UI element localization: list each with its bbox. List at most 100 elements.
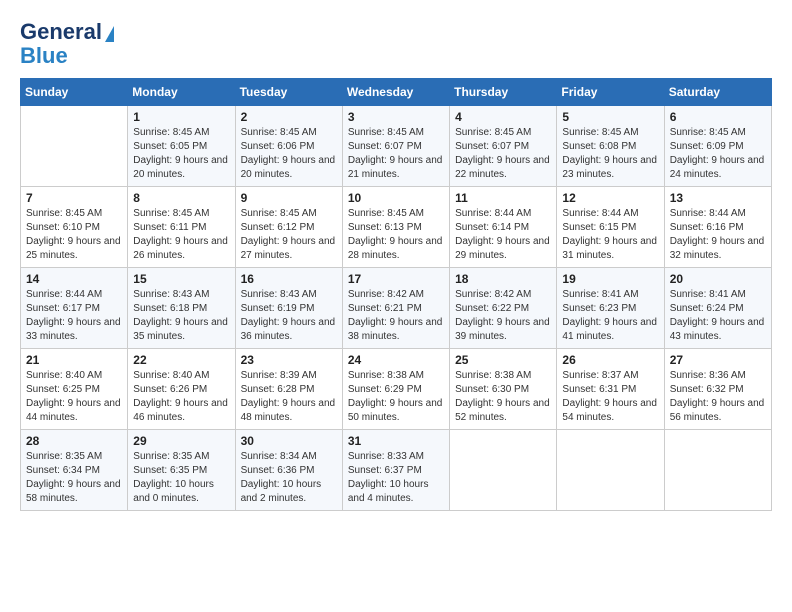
calendar-cell: 24Sunrise: 8:38 AMSunset: 6:29 PMDayligh… [342, 349, 449, 430]
day-info: Sunrise: 8:38 AMSunset: 6:30 PMDaylight:… [455, 369, 551, 425]
day-info: Sunrise: 8:38 AMSunset: 6:29 PMDaylight:… [348, 369, 444, 425]
calendar-cell: 11 Sunrise: 8:44 AMSunset: 6:14 PMDayligh… [450, 187, 557, 268]
calendar-cell: 26Sunrise: 8:37 AMSunset: 6:31 PMDayligh… [557, 349, 664, 430]
calendar-cell: 2Sunrise: 8:45 AMSunset: 6:06 PMDaylight… [235, 106, 342, 187]
day-number: 23 [241, 353, 337, 367]
calendar-week-row: 21 Sunrise: 8:40 AMSunset: 6:25 PMDayligh… [21, 349, 772, 430]
day-number: 29 [133, 434, 229, 448]
calendar-cell: 16 Sunrise: 8:43 AMSunset: 6:19 PMDayligh… [235, 268, 342, 349]
logo: General Blue [20, 20, 114, 68]
page-header: General Blue [20, 20, 772, 68]
calendar-cell: 7 Sunrise: 8:45 AMSunset: 6:10 PMDaylight… [21, 187, 128, 268]
day-info: Sunrise: 8:35 AMSunset: 6:34 PMDaylight:… [26, 450, 122, 506]
weekday-header-tuesday: Tuesday [235, 79, 342, 106]
calendar-cell: 10 Sunrise: 8:45 AMSunset: 6:13 PMDayligh… [342, 187, 449, 268]
day-number: 1 [133, 110, 229, 124]
calendar-cell: 31Sunrise: 8:33 AMSunset: 6:37 PMDayligh… [342, 430, 449, 511]
day-number: 2 [241, 110, 337, 124]
calendar-cell: 15 Sunrise: 8:43 AMSunset: 6:18 PMDayligh… [128, 268, 235, 349]
day-info: Sunrise: 8:34 AMSunset: 6:36 PMDaylight:… [241, 450, 337, 506]
day-info: Sunrise: 8:42 AMSunset: 6:22 PMDaylight:… [455, 288, 551, 344]
logo-blue: Blue [20, 44, 68, 68]
day-number: 7 [26, 191, 122, 205]
calendar-cell: 1 Sunrise: 8:45 AMSunset: 6:05 PMDaylight… [128, 106, 235, 187]
day-info: Sunrise: 8:44 AMSunset: 6:17 PMDaylight:… [26, 288, 122, 344]
day-info: Sunrise: 8:43 AMSunset: 6:19 PMDaylight:… [241, 288, 337, 344]
day-number: 14 [26, 272, 122, 286]
day-info: Sunrise: 8:44 AMSunset: 6:16 PMDaylight:… [670, 207, 766, 263]
day-info: Sunrise: 8:40 AMSunset: 6:25 PMDaylight:… [26, 369, 122, 425]
day-number: 18 [455, 272, 551, 286]
calendar-cell: 19 Sunrise: 8:41 AMSunset: 6:23 PMDayligh… [557, 268, 664, 349]
day-info: Sunrise: 8:45 AMSunset: 6:05 PMDaylight:… [133, 126, 229, 182]
day-number: 13 [670, 191, 766, 205]
day-number: 15 [133, 272, 229, 286]
calendar-cell: 5 Sunrise: 8:45 AMSunset: 6:08 PMDaylight… [557, 106, 664, 187]
weekday-header-friday: Friday [557, 79, 664, 106]
calendar-cell: 4 Sunrise: 8:45 AMSunset: 6:07 PMDaylight… [450, 106, 557, 187]
calendar-cell: 23 Sunrise: 8:39 AMSunset: 6:28 PMDayligh… [235, 349, 342, 430]
day-number: 21 [26, 353, 122, 367]
day-info: Sunrise: 8:45 AMSunset: 6:07 PMDaylight:… [348, 126, 444, 182]
weekday-header-sunday: Sunday [21, 79, 128, 106]
calendar-cell: 22Sunrise: 8:40 AMSunset: 6:26 PMDayligh… [128, 349, 235, 430]
day-info: Sunrise: 8:45 AMSunset: 6:08 PMDaylight:… [562, 126, 658, 182]
day-number: 30 [241, 434, 337, 448]
calendar-cell: 20Sunrise: 8:41 AMSunset: 6:24 PMDayligh… [664, 268, 771, 349]
day-info: Sunrise: 8:45 AMSunset: 6:12 PMDaylight:… [241, 207, 337, 263]
day-number: 4 [455, 110, 551, 124]
calendar-week-row: 7 Sunrise: 8:45 AMSunset: 6:10 PMDaylight… [21, 187, 772, 268]
weekday-header-thursday: Thursday [450, 79, 557, 106]
day-info: Sunrise: 8:44 AMSunset: 6:15 PMDaylight:… [562, 207, 658, 263]
day-info: Sunrise: 8:45 AMSunset: 6:07 PMDaylight:… [455, 126, 551, 182]
day-info: Sunrise: 8:35 AMSunset: 6:35 PMDaylight:… [133, 450, 229, 506]
day-info: Sunrise: 8:41 AMSunset: 6:23 PMDaylight:… [562, 288, 658, 344]
day-number: 11 [455, 191, 551, 205]
day-number: 17 [348, 272, 444, 286]
calendar-week-row: 1 Sunrise: 8:45 AMSunset: 6:05 PMDaylight… [21, 106, 772, 187]
calendar-cell [664, 430, 771, 511]
logo-triangle-icon [105, 26, 114, 42]
calendar-cell: 6Sunrise: 8:45 AMSunset: 6:09 PMDaylight… [664, 106, 771, 187]
day-number: 8 [133, 191, 229, 205]
calendar-cell: 13 Sunrise: 8:44 AMSunset: 6:16 PMDayligh… [664, 187, 771, 268]
calendar-cell: 18 Sunrise: 8:42 AMSunset: 6:22 PMDayligh… [450, 268, 557, 349]
day-number: 5 [562, 110, 658, 124]
day-number: 12 [562, 191, 658, 205]
day-info: Sunrise: 8:45 AMSunset: 6:10 PMDaylight:… [26, 207, 122, 263]
day-number: 26 [562, 353, 658, 367]
calendar-cell: 25 Sunrise: 8:38 AMSunset: 6:30 PMDayligh… [450, 349, 557, 430]
calendar-cell: 21 Sunrise: 8:40 AMSunset: 6:25 PMDayligh… [21, 349, 128, 430]
day-number: 3 [348, 110, 444, 124]
calendar-cell: 17Sunrise: 8:42 AMSunset: 6:21 PMDayligh… [342, 268, 449, 349]
day-info: Sunrise: 8:45 AMSunset: 6:13 PMDaylight:… [348, 207, 444, 263]
day-info: Sunrise: 8:36 AMSunset: 6:32 PMDaylight:… [670, 369, 766, 425]
day-number: 25 [455, 353, 551, 367]
calendar-cell: 3 Sunrise: 8:45 AMSunset: 6:07 PMDaylight… [342, 106, 449, 187]
day-info: Sunrise: 8:44 AMSunset: 6:14 PMDaylight:… [455, 207, 551, 263]
weekday-header-wednesday: Wednesday [342, 79, 449, 106]
calendar-cell: 29 Sunrise: 8:35 AMSunset: 6:35 PMDayligh… [128, 430, 235, 511]
day-number: 31 [348, 434, 444, 448]
calendar-cell: 30 Sunrise: 8:34 AMSunset: 6:36 PMDayligh… [235, 430, 342, 511]
calendar-week-row: 28 Sunrise: 8:35 AMSunset: 6:34 PMDayligh… [21, 430, 772, 511]
weekday-header-saturday: Saturday [664, 79, 771, 106]
day-info: Sunrise: 8:41 AMSunset: 6:24 PMDaylight:… [670, 288, 766, 344]
weekday-header-row: SundayMondayTuesdayWednesdayThursdayFrid… [21, 79, 772, 106]
calendar-table: SundayMondayTuesdayWednesdayThursdayFrid… [20, 78, 772, 511]
day-number: 9 [241, 191, 337, 205]
calendar-cell: 8 Sunrise: 8:45 AMSunset: 6:11 PMDaylight… [128, 187, 235, 268]
day-number: 6 [670, 110, 766, 124]
day-info: Sunrise: 8:45 AMSunset: 6:11 PMDaylight:… [133, 207, 229, 263]
day-info: Sunrise: 8:40 AMSunset: 6:26 PMDaylight:… [133, 369, 229, 425]
calendar-cell [450, 430, 557, 511]
day-number: 28 [26, 434, 122, 448]
day-number: 19 [562, 272, 658, 286]
day-info: Sunrise: 8:43 AMSunset: 6:18 PMDaylight:… [133, 288, 229, 344]
calendar-cell [557, 430, 664, 511]
calendar-cell: 27Sunrise: 8:36 AMSunset: 6:32 PMDayligh… [664, 349, 771, 430]
day-info: Sunrise: 8:39 AMSunset: 6:28 PMDaylight:… [241, 369, 337, 425]
day-number: 10 [348, 191, 444, 205]
day-number: 16 [241, 272, 337, 286]
weekday-header-monday: Monday [128, 79, 235, 106]
